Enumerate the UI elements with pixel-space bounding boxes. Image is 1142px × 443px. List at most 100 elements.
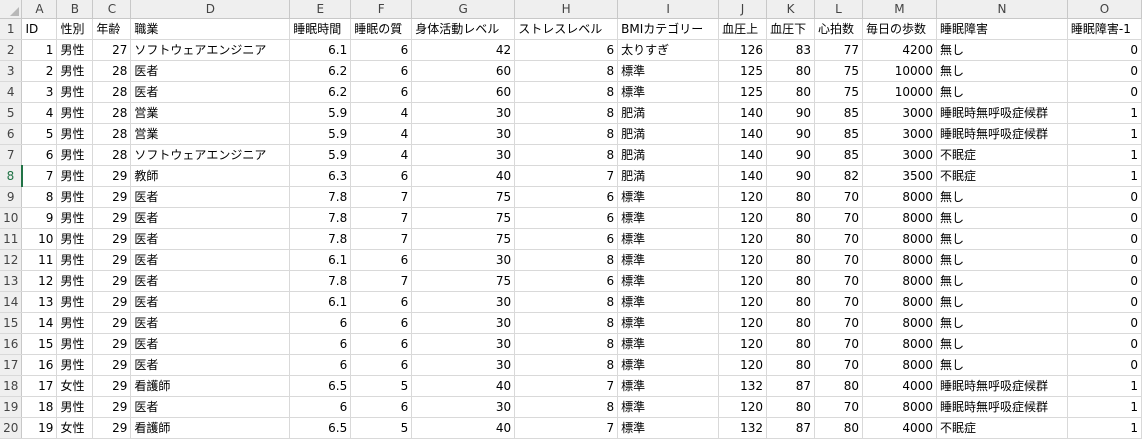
cell-b[interactable]: 男性 [56, 186, 94, 208]
cell-l[interactable]: 70 [814, 270, 863, 292]
cell-h[interactable]: 8 [514, 60, 619, 82]
cell-f[interactable]: 6 [350, 249, 413, 271]
cell-o[interactable]: 0 [1067, 228, 1142, 250]
cell-g[interactable]: 75 [411, 228, 516, 250]
cell-o[interactable]: 0 [1067, 207, 1142, 229]
cell-d[interactable]: 医者 [130, 354, 291, 376]
cell-a[interactable]: 6 [21, 144, 58, 166]
cell-d[interactable]: 医者 [130, 81, 291, 103]
column-title-cell[interactable]: 職業 [130, 18, 291, 40]
cell-f[interactable]: 6 [350, 291, 413, 313]
cell-d[interactable]: 教師 [130, 165, 291, 187]
cell-g[interactable]: 40 [411, 375, 516, 397]
cell-g[interactable]: 30 [411, 123, 516, 145]
cell-l[interactable]: 85 [814, 123, 863, 145]
cell-e[interactable]: 7.8 [289, 228, 352, 250]
cell-o[interactable]: 0 [1067, 60, 1142, 82]
cell-b[interactable]: 男性 [56, 123, 94, 145]
cell-m[interactable]: 8000 [862, 312, 937, 334]
cell-c[interactable]: 29 [92, 396, 132, 418]
cell-a[interactable]: 4 [21, 102, 58, 124]
cell-o[interactable]: 1 [1067, 165, 1142, 187]
column-header-n[interactable]: N [936, 0, 1068, 19]
cell-i[interactable]: 標準 [617, 270, 720, 292]
cell-d[interactable]: 医者 [130, 228, 291, 250]
cell-a[interactable]: 19 [21, 417, 58, 439]
cell-m[interactable]: 8000 [862, 291, 937, 313]
cell-d[interactable]: 医者 [130, 396, 291, 418]
cell-m[interactable]: 8000 [862, 249, 937, 271]
cell-m[interactable]: 8000 [862, 270, 937, 292]
cell-k[interactable]: 90 [766, 102, 816, 124]
row-header[interactable]: 15 [0, 312, 23, 334]
cell-l[interactable]: 80 [814, 417, 863, 439]
cell-i[interactable]: 標準 [617, 81, 720, 103]
cell-e[interactable]: 6 [289, 396, 352, 418]
row-header[interactable]: 2 [0, 39, 23, 61]
cell-i[interactable]: 標準 [617, 207, 720, 229]
cell-c[interactable]: 29 [92, 333, 132, 355]
cell-l[interactable]: 70 [814, 333, 863, 355]
column-header-g[interactable]: G [411, 0, 516, 19]
cell-b[interactable]: 男性 [56, 165, 94, 187]
cell-i[interactable]: 標準 [617, 312, 720, 334]
cell-n[interactable]: 睡眠時無呼吸症候群 [936, 102, 1068, 124]
cell-a[interactable]: 2 [21, 60, 58, 82]
cell-b[interactable]: 男性 [56, 39, 94, 61]
cell-g[interactable]: 30 [411, 291, 516, 313]
cell-l[interactable]: 70 [814, 312, 863, 334]
cell-h[interactable]: 8 [514, 123, 619, 145]
cell-m[interactable]: 3500 [862, 165, 937, 187]
cell-f[interactable]: 4 [350, 144, 413, 166]
column-header-l[interactable]: L [814, 0, 863, 19]
cell-i[interactable]: 太りすぎ [617, 39, 720, 61]
cell-o[interactable]: 0 [1067, 354, 1142, 376]
cell-b[interactable]: 男性 [56, 144, 94, 166]
cell-f[interactable]: 6 [350, 81, 413, 103]
cell-c[interactable]: 29 [92, 375, 132, 397]
cell-h[interactable]: 8 [514, 312, 619, 334]
cell-j[interactable]: 120 [718, 228, 768, 250]
cell-f[interactable]: 5 [350, 417, 413, 439]
cell-l[interactable]: 70 [814, 228, 863, 250]
cell-o[interactable]: 1 [1067, 144, 1142, 166]
cell-n[interactable]: 無し [936, 39, 1068, 61]
cell-c[interactable]: 28 [92, 81, 132, 103]
row-header[interactable]: 17 [0, 354, 23, 376]
column-title-cell[interactable]: 年齢 [92, 18, 132, 40]
cell-g[interactable]: 30 [411, 312, 516, 334]
column-header-k[interactable]: K [766, 0, 816, 19]
cell-o[interactable]: 1 [1067, 417, 1142, 439]
column-header-f[interactable]: F [350, 0, 413, 19]
column-title-cell[interactable]: 睡眠障害 [936, 18, 1068, 40]
cell-b[interactable]: 男性 [56, 333, 94, 355]
cell-d[interactable]: 医者 [130, 312, 291, 334]
cell-g[interactable]: 30 [411, 333, 516, 355]
cell-k[interactable]: 80 [766, 312, 816, 334]
cell-l[interactable]: 75 [814, 60, 863, 82]
cell-b[interactable]: 男性 [56, 207, 94, 229]
cell-e[interactable]: 7.8 [289, 186, 352, 208]
cell-o[interactable]: 1 [1067, 375, 1142, 397]
cell-m[interactable]: 3000 [862, 123, 937, 145]
cell-j[interactable]: 140 [718, 165, 768, 187]
cell-i[interactable]: 肥満 [617, 123, 720, 145]
cell-a[interactable]: 17 [21, 375, 58, 397]
cell-k[interactable]: 80 [766, 207, 816, 229]
column-title-cell[interactable]: 睡眠時間 [289, 18, 352, 40]
cell-h[interactable]: 7 [514, 417, 619, 439]
cell-d[interactable]: 医者 [130, 249, 291, 271]
cell-l[interactable]: 70 [814, 291, 863, 313]
cell-m[interactable]: 10000 [862, 81, 937, 103]
cell-g[interactable]: 75 [411, 186, 516, 208]
cell-j[interactable]: 140 [718, 144, 768, 166]
cell-m[interactable]: 3000 [862, 102, 937, 124]
cell-h[interactable]: 8 [514, 249, 619, 271]
cell-n[interactable]: 無し [936, 81, 1068, 103]
cell-i[interactable]: 標準 [617, 354, 720, 376]
cell-i[interactable]: 標準 [617, 396, 720, 418]
column-title-cell[interactable]: 血圧上 [718, 18, 768, 40]
cell-h[interactable]: 8 [514, 291, 619, 313]
cell-n[interactable]: 無し [936, 60, 1068, 82]
column-header-c[interactable]: C [92, 0, 132, 19]
